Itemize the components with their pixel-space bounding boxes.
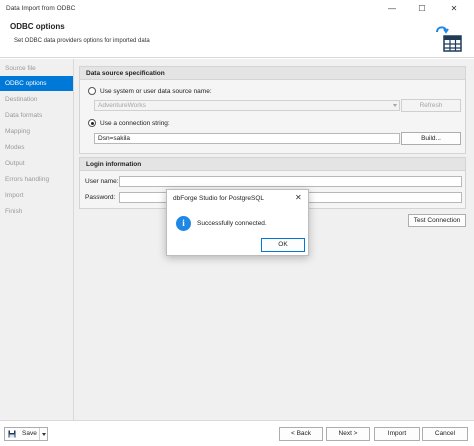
login-heading: Login information (80, 158, 465, 171)
maximize-button[interactable]: ☐ (408, 2, 436, 16)
build-button[interactable]: Build... (401, 132, 461, 145)
sidebar-item-source-file[interactable]: Source file (0, 61, 73, 76)
test-connection-button[interactable]: Test Connection (408, 214, 466, 227)
sidebar-item-errors-handling[interactable]: Errors handling (0, 172, 73, 187)
sidebar-item-mapping[interactable]: Mapping (0, 124, 73, 139)
window-title: Data Import from ODBC (6, 5, 76, 12)
dsn-select[interactable]: AdventureWorks (94, 100, 400, 111)
wizard-header: ODBC options Set ODBC data providers opt… (0, 18, 474, 58)
ok-button[interactable]: OK (261, 238, 305, 252)
import-button[interactable]: Import (374, 427, 420, 441)
save-button-label: Save (22, 430, 37, 437)
dialog-message: Successfully connected. (197, 220, 267, 227)
dsn-radio[interactable] (88, 87, 96, 95)
connection-string-radio-label: Use a connection string: (100, 120, 170, 127)
user-name-input[interactable] (119, 176, 462, 187)
dsn-radio-label: Use system or user data source name: (100, 88, 212, 95)
refresh-button[interactable]: Refresh (401, 99, 461, 112)
close-window-button[interactable]: ✕ (440, 2, 468, 16)
success-dialog: dbForge Studio for PostgreSQL ✕ i Succes… (166, 189, 309, 256)
sidebar-item-data-formats[interactable]: Data formats (0, 108, 73, 123)
page-title: ODBC options (10, 22, 65, 31)
dsn-select-value: AdventureWorks (98, 102, 146, 109)
page-subtitle: Set ODBC data providers options for impo… (14, 38, 150, 44)
chevron-down-icon[interactable] (42, 433, 46, 436)
sidebar-item-destination[interactable]: Destination (0, 92, 73, 107)
sidebar-item-output[interactable]: Output (0, 156, 73, 171)
back-button[interactable]: < Back (279, 427, 323, 441)
wizard-sidebar: Source file ODBC options Destination Dat… (0, 59, 74, 420)
dialog-close-icon[interactable]: ✕ (295, 193, 302, 202)
info-icon: i (176, 216, 191, 231)
wizard-footer: Save < Back Next > Import Cancel (0, 420, 474, 446)
next-button[interactable]: Next > (326, 427, 370, 441)
save-split-button[interactable]: Save (4, 427, 48, 441)
minimize-button[interactable]: — (378, 2, 406, 16)
data-source-heading: Data source specification (80, 67, 465, 80)
sidebar-item-import[interactable]: Import (0, 188, 73, 203)
save-icon (8, 430, 16, 438)
sidebar-item-modes[interactable]: Modes (0, 140, 73, 155)
sidebar-item-odbc-options[interactable]: ODBC options (0, 76, 73, 91)
split-divider (39, 428, 40, 440)
dialog-title: dbForge Studio for PostgreSQL (173, 195, 265, 202)
password-label: Password: (85, 194, 116, 201)
window-titlebar: Data Import from ODBC — ☐ ✕ (0, 0, 474, 18)
sidebar-item-finish[interactable]: Finish (0, 204, 73, 219)
connection-string-radio[interactable] (88, 119, 96, 127)
data-source-group: Data source specification Use system or … (79, 66, 466, 154)
chevron-down-icon (393, 104, 397, 107)
odbc-table-icon (436, 26, 462, 52)
cancel-button[interactable]: Cancel (422, 427, 468, 441)
user-name-label: User name: (85, 178, 119, 185)
connection-string-input[interactable]: Dsn=sakila (94, 133, 400, 144)
